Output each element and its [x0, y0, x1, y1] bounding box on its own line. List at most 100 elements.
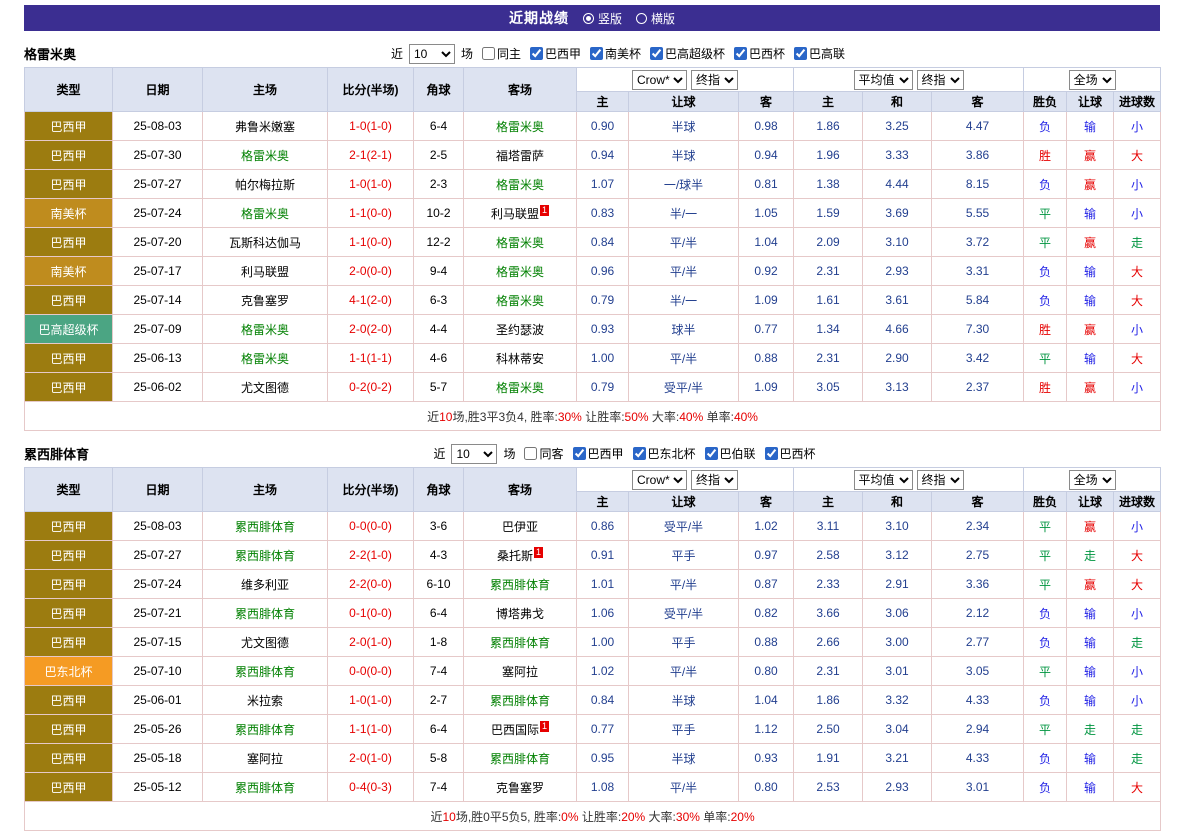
home-team-cell[interactable]: 格雷米奥	[203, 315, 328, 344]
home-team-cell[interactable]: 帕尔梅拉斯	[203, 170, 328, 199]
team-link[interactable]: 累西腓体育	[235, 665, 295, 679]
same-venue-checkbox[interactable]	[524, 447, 537, 460]
away-team-cell[interactable]: 累西腓体育	[464, 686, 577, 715]
score-cell[interactable]: 1-1(1-0)	[328, 715, 414, 744]
team-link[interactable]: 累西腓体育	[490, 578, 550, 592]
away-team-cell[interactable]: 克鲁塞罗	[464, 773, 577, 802]
team-link[interactable]: 尤文图德	[241, 636, 289, 650]
odds-source-select[interactable]: 全场	[1069, 70, 1116, 90]
recent-count-select[interactable]: 10	[451, 444, 497, 464]
home-team-cell[interactable]: 累西腓体育	[203, 715, 328, 744]
team-link[interactable]: 格雷米奥	[241, 207, 289, 221]
score-cell[interactable]: 0-4(0-3)	[328, 773, 414, 802]
league-checkbox[interactable]	[765, 447, 778, 460]
league-filter[interactable]: 巴西杯	[728, 45, 785, 62]
away-team-cell[interactable]: 格雷米奥	[464, 228, 577, 257]
league-checkbox[interactable]	[650, 47, 663, 60]
team-link[interactable]: 格雷米奥	[241, 352, 289, 366]
score-cell[interactable]: 0-1(0-0)	[328, 599, 414, 628]
score-cell[interactable]: 1-1(0-0)	[328, 199, 414, 228]
team-link[interactable]: 克鲁塞罗	[496, 781, 544, 795]
same-venue-checkbox[interactable]	[482, 47, 495, 60]
away-team-cell[interactable]: 格雷米奥	[464, 286, 577, 315]
layout-option-horizontal[interactable]: 横版	[636, 10, 675, 27]
away-team-cell[interactable]: 圣约瑟波	[464, 315, 577, 344]
team-link[interactable]: 巴伊亚	[502, 520, 538, 534]
team-link[interactable]: 累西腓体育	[490, 752, 550, 766]
odds-source-select[interactable]: 平均值	[854, 470, 913, 490]
same-venue-filter[interactable]: 同主	[476, 45, 521, 62]
league-checkbox[interactable]	[633, 447, 646, 460]
away-team-cell[interactable]: 格雷米奥	[464, 170, 577, 199]
home-team-cell[interactable]: 尤文图德	[203, 373, 328, 402]
score-cell[interactable]: 1-1(1-1)	[328, 344, 414, 373]
league-checkbox[interactable]	[590, 47, 603, 60]
home-team-cell[interactable]: 瓦斯科达伽马	[203, 228, 328, 257]
away-team-cell[interactable]: 福塔雷萨	[464, 141, 577, 170]
team-link[interactable]: 科林蒂安	[496, 352, 544, 366]
team-link[interactable]: 克鲁塞罗	[241, 294, 289, 308]
team-link[interactable]: 福塔雷萨	[496, 149, 544, 163]
score-cell[interactable]: 2-1(2-1)	[328, 141, 414, 170]
team-link[interactable]: 累西腓体育	[235, 549, 295, 563]
score-cell[interactable]: 2-0(2-0)	[328, 315, 414, 344]
team-link[interactable]: 累西腓体育	[490, 694, 550, 708]
team-link[interactable]: 尤文图德	[241, 381, 289, 395]
away-team-cell[interactable]: 累西腓体育	[464, 744, 577, 773]
home-team-cell[interactable]: 弗鲁米嫩塞	[203, 112, 328, 141]
league-checkbox[interactable]	[573, 447, 586, 460]
team-link[interactable]: 桑托斯	[497, 549, 533, 563]
away-team-cell[interactable]: 格雷米奥	[464, 257, 577, 286]
team-link[interactable]: 累西腓体育	[490, 636, 550, 650]
away-team-cell[interactable]: 格雷米奥	[464, 112, 577, 141]
team-link[interactable]: 塞阿拉	[247, 752, 283, 766]
score-cell[interactable]: 0-0(0-0)	[328, 512, 414, 541]
team-link[interactable]: 巴西国际	[491, 723, 539, 737]
team-link[interactable]: 博塔弗戈	[496, 607, 544, 621]
league-checkbox[interactable]	[530, 47, 543, 60]
home-team-cell[interactable]: 利马联盟	[203, 257, 328, 286]
odds-source-select[interactable]: 终指	[917, 470, 964, 490]
score-cell[interactable]: 0-2(0-2)	[328, 373, 414, 402]
home-team-cell[interactable]: 克鲁塞罗	[203, 286, 328, 315]
home-team-cell[interactable]: 格雷米奥	[203, 141, 328, 170]
home-team-cell[interactable]: 塞阿拉	[203, 744, 328, 773]
odds-source-select[interactable]: 终指	[691, 70, 738, 90]
team-link[interactable]: 格雷米奥	[496, 236, 544, 250]
team-link[interactable]: 格雷米奥	[496, 265, 544, 279]
odds-source-select[interactable]: Crow*	[632, 70, 687, 90]
score-cell[interactable]: 2-0(1-0)	[328, 744, 414, 773]
league-checkbox[interactable]	[734, 47, 747, 60]
away-team-cell[interactable]: 科林蒂安	[464, 344, 577, 373]
home-team-cell[interactable]: 累西腓体育	[203, 541, 328, 570]
team-link[interactable]: 圣约瑟波	[496, 323, 544, 337]
home-team-cell[interactable]: 维多利亚	[203, 570, 328, 599]
home-team-cell[interactable]: 累西腓体育	[203, 657, 328, 686]
team-link[interactable]: 弗鲁米嫩塞	[235, 120, 295, 134]
layout-option-vertical[interactable]: 竖版	[583, 10, 622, 27]
away-team-cell[interactable]: 利马联盟1	[464, 199, 577, 228]
team-link[interactable]: 维多利亚	[241, 578, 289, 592]
team-link[interactable]: 利马联盟	[241, 265, 289, 279]
away-team-cell[interactable]: 塞阿拉	[464, 657, 577, 686]
home-team-cell[interactable]: 累西腓体育	[203, 773, 328, 802]
odds-source-select[interactable]: Crow*	[632, 470, 687, 490]
league-filter[interactable]: 巴西甲	[524, 45, 581, 62]
away-team-cell[interactable]: 累西腓体育	[464, 628, 577, 657]
team-link[interactable]: 格雷米奥	[241, 323, 289, 337]
score-cell[interactable]: 4-1(2-0)	[328, 286, 414, 315]
score-cell[interactable]: 2-0(0-0)	[328, 257, 414, 286]
score-cell[interactable]: 1-0(1-0)	[328, 112, 414, 141]
home-team-cell[interactable]: 累西腓体育	[203, 599, 328, 628]
score-cell[interactable]: 1-0(1-0)	[328, 170, 414, 199]
team-link[interactable]: 累西腓体育	[235, 607, 295, 621]
team-link[interactable]: 格雷米奥	[496, 381, 544, 395]
home-team-cell[interactable]: 米拉索	[203, 686, 328, 715]
league-filter[interactable]: 南美杯	[584, 45, 641, 62]
away-team-cell[interactable]: 巴西国际1	[464, 715, 577, 744]
score-cell[interactable]: 2-2(0-0)	[328, 570, 414, 599]
team-link[interactable]: 帕尔梅拉斯	[235, 178, 295, 192]
team-link[interactable]: 格雷米奥	[496, 120, 544, 134]
league-filter[interactable]: 巴西杯	[759, 445, 816, 462]
league-checkbox[interactable]	[794, 47, 807, 60]
